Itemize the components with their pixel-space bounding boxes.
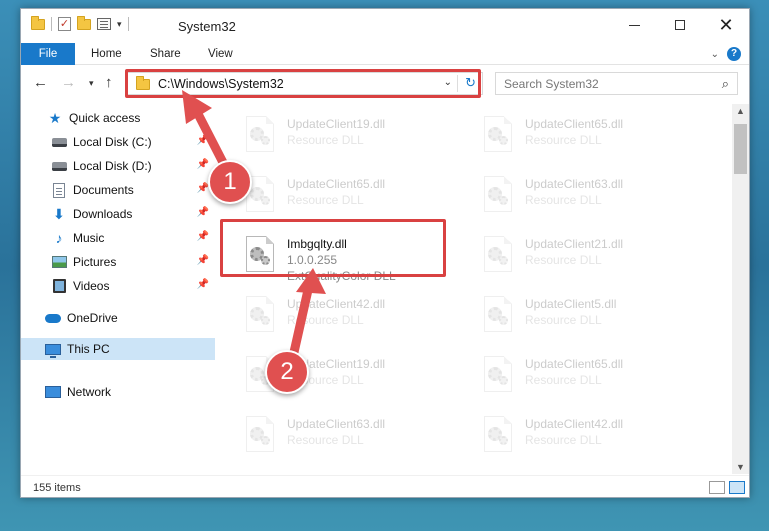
step-1-badge: 1 xyxy=(208,160,252,204)
annotation-arrows xyxy=(182,90,326,375)
step-2-badge: 2 xyxy=(265,350,309,394)
